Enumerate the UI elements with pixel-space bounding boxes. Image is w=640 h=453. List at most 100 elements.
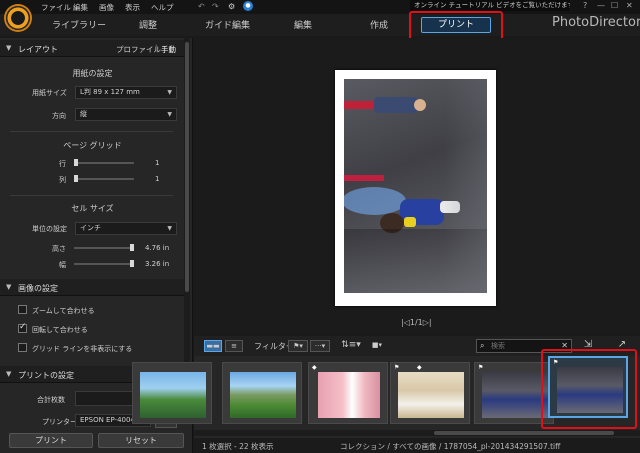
list-view-button[interactable]: ≡ bbox=[225, 340, 243, 352]
columns-value: 1 bbox=[155, 175, 160, 183]
height-slider[interactable] bbox=[74, 244, 134, 251]
image-settings-section-header[interactable]: ▼ 画像の設定 bbox=[0, 279, 185, 296]
unit-select[interactable]: インチ ▼ bbox=[75, 222, 177, 235]
tab-edit[interactable]: 編集 bbox=[294, 18, 312, 31]
tab-library[interactable]: ライブラリー bbox=[52, 18, 106, 31]
paper-preview bbox=[335, 70, 496, 306]
unit-value: インチ bbox=[80, 224, 101, 232]
width-slider[interactable] bbox=[74, 260, 134, 267]
thumbnail-selected[interactable]: ⚑ bbox=[548, 356, 628, 418]
thumbnail-image bbox=[140, 372, 206, 418]
menu-image[interactable]: 画像 bbox=[99, 2, 114, 13]
search-icon: ⌕ bbox=[480, 341, 485, 350]
minimize-icon[interactable]: — bbox=[597, 1, 605, 10]
print-settings-title: プリントの設定 bbox=[18, 371, 74, 380]
divider bbox=[10, 131, 173, 132]
select-menu-icon[interactable]: ■▾ bbox=[368, 340, 386, 352]
paper-settings-heading: 用紙の設定 bbox=[72, 69, 113, 78]
orientation-label: 方向 bbox=[52, 112, 66, 120]
height-slider-handle[interactable] bbox=[130, 244, 134, 251]
thumbnail[interactable] bbox=[132, 362, 212, 424]
height-value: 4.76 in bbox=[145, 244, 170, 252]
printer-label: プリンター bbox=[42, 418, 77, 426]
thumbnail-image bbox=[318, 372, 380, 418]
page-grid-heading: ページ グリッド bbox=[63, 141, 122, 150]
cell-size-heading: セル サイズ bbox=[71, 204, 114, 213]
rows-label: 行 bbox=[59, 160, 66, 168]
rows-value: 1 bbox=[155, 159, 160, 167]
filmstrip-scrollbar[interactable] bbox=[194, 430, 640, 436]
image-settings-title: 画像の設定 bbox=[18, 284, 58, 293]
width-label: 幅 bbox=[59, 261, 66, 269]
layout-section-header[interactable]: ▼ レイアウト プロファイル | 手動 bbox=[0, 40, 185, 57]
columns-slider-handle[interactable] bbox=[74, 175, 78, 182]
tab-create[interactable]: 作成 bbox=[370, 18, 388, 31]
notification-icon[interactable]: ● bbox=[243, 1, 253, 11]
filmstrip: ◆ ⚑ ◆ ⚑ ⚑ bbox=[132, 349, 640, 438]
thumbnail[interactable]: ◆ bbox=[308, 362, 388, 424]
thumbnail-image bbox=[557, 367, 623, 413]
sort-icon[interactable]: ⇅≡▾ bbox=[340, 340, 362, 352]
print-tab-highlight: プリント bbox=[409, 11, 503, 41]
flag-filter-dropdown[interactable]: ⚑▾ bbox=[288, 340, 308, 352]
orientation-select[interactable]: 縦 ▼ bbox=[75, 108, 177, 121]
copies-label: 合計枚数 bbox=[37, 396, 65, 404]
gear-icon[interactable]: ⚙ bbox=[228, 2, 235, 11]
divider bbox=[10, 195, 173, 196]
menu-edit[interactable]: 編集 bbox=[73, 2, 88, 13]
tab-print[interactable]: プリント bbox=[421, 17, 491, 33]
tutorial-notice[interactable]: オンライン チュートリアル ビデオをご覧いただけます。 bbox=[410, 0, 570, 11]
tab-guided-edit[interactable]: ガイド編集 bbox=[205, 18, 250, 31]
height-label: 高さ bbox=[52, 245, 66, 253]
hide-grid-lines-checkbox[interactable] bbox=[18, 343, 27, 352]
menu-file[interactable]: ファイル bbox=[41, 2, 71, 13]
orientation-value: 縦 bbox=[80, 110, 87, 118]
paper-size-select[interactable]: L判 89 x 127 mm ▼ bbox=[75, 86, 177, 99]
page-navigator[interactable]: |◁1/1▷| bbox=[401, 318, 432, 327]
print-button[interactable]: プリント bbox=[9, 433, 93, 448]
redo-icon[interactable]: ↷ bbox=[212, 2, 219, 11]
columns-slider[interactable] bbox=[74, 175, 134, 182]
panel-scrollbar[interactable] bbox=[184, 38, 190, 418]
maximize-icon[interactable]: ☐ bbox=[611, 1, 618, 10]
collapse-arrow-icon[interactable]: ▼ bbox=[6, 283, 11, 291]
paper-size-value: L判 89 x 127 mm bbox=[80, 88, 140, 96]
filmstrip-scrollbar-thumb[interactable] bbox=[434, 431, 614, 435]
unit-label: 単位の設定 bbox=[32, 225, 67, 233]
tag-icon: ◆ bbox=[417, 364, 422, 371]
width-slider-handle[interactable] bbox=[130, 260, 134, 267]
collapse-arrow-icon[interactable]: ▼ bbox=[6, 370, 11, 378]
rotate-to-fit-label: 回転して合わせる bbox=[32, 326, 88, 334]
scrollbar-thumb[interactable] bbox=[185, 42, 189, 292]
rows-slider[interactable] bbox=[74, 159, 134, 166]
preview-photo[interactable] bbox=[344, 79, 487, 293]
tab-adjust[interactable]: 調整 bbox=[139, 18, 157, 31]
menu-help[interactable]: ヘルプ bbox=[151, 2, 174, 13]
selection-count: 1 枚選択 - 22 枚表示 bbox=[202, 442, 274, 451]
flag-icon: ⚑ bbox=[478, 364, 484, 371]
flag-icon: ⚑ bbox=[553, 359, 559, 366]
selected-thumbnail-highlight: ⚑ bbox=[541, 349, 637, 429]
zoom-to-fit-label: ズームして合わせる bbox=[32, 307, 95, 315]
undo-icon[interactable]: ↶ bbox=[198, 2, 205, 11]
thumbnail-image bbox=[482, 372, 548, 418]
filmstrip-view-button[interactable]: ▬▬ bbox=[204, 340, 222, 352]
thumbnail[interactable] bbox=[222, 362, 302, 424]
app-logo bbox=[4, 4, 32, 32]
flag-icon: ⚑ bbox=[394, 364, 400, 371]
manual-tab[interactable]: 手動 bbox=[161, 44, 176, 55]
menu-view[interactable]: 表示 bbox=[125, 2, 140, 13]
thumbnail[interactable]: ⚑ ◆ bbox=[390, 362, 470, 424]
help-icon[interactable]: ? bbox=[583, 1, 587, 10]
printer-value: EPSON EP-4004 bbox=[80, 416, 135, 424]
file-path: コレクション / すべての画像 / 1787054_pl-20143429150… bbox=[340, 442, 561, 451]
close-icon[interactable]: ✕ bbox=[626, 1, 633, 10]
reset-button[interactable]: リセット bbox=[98, 433, 184, 448]
rating-filter-dropdown[interactable]: ···▾ bbox=[310, 340, 330, 352]
rows-slider-handle[interactable] bbox=[74, 159, 78, 166]
rotate-to-fit-checkbox[interactable] bbox=[18, 322, 27, 333]
collapse-arrow-icon[interactable]: ▼ bbox=[6, 44, 11, 52]
hide-grid-lines-label: グリッド ラインを非表示にする bbox=[32, 345, 133, 353]
width-value: 3.26 in bbox=[145, 260, 170, 268]
zoom-to-fit-checkbox[interactable] bbox=[18, 305, 27, 314]
